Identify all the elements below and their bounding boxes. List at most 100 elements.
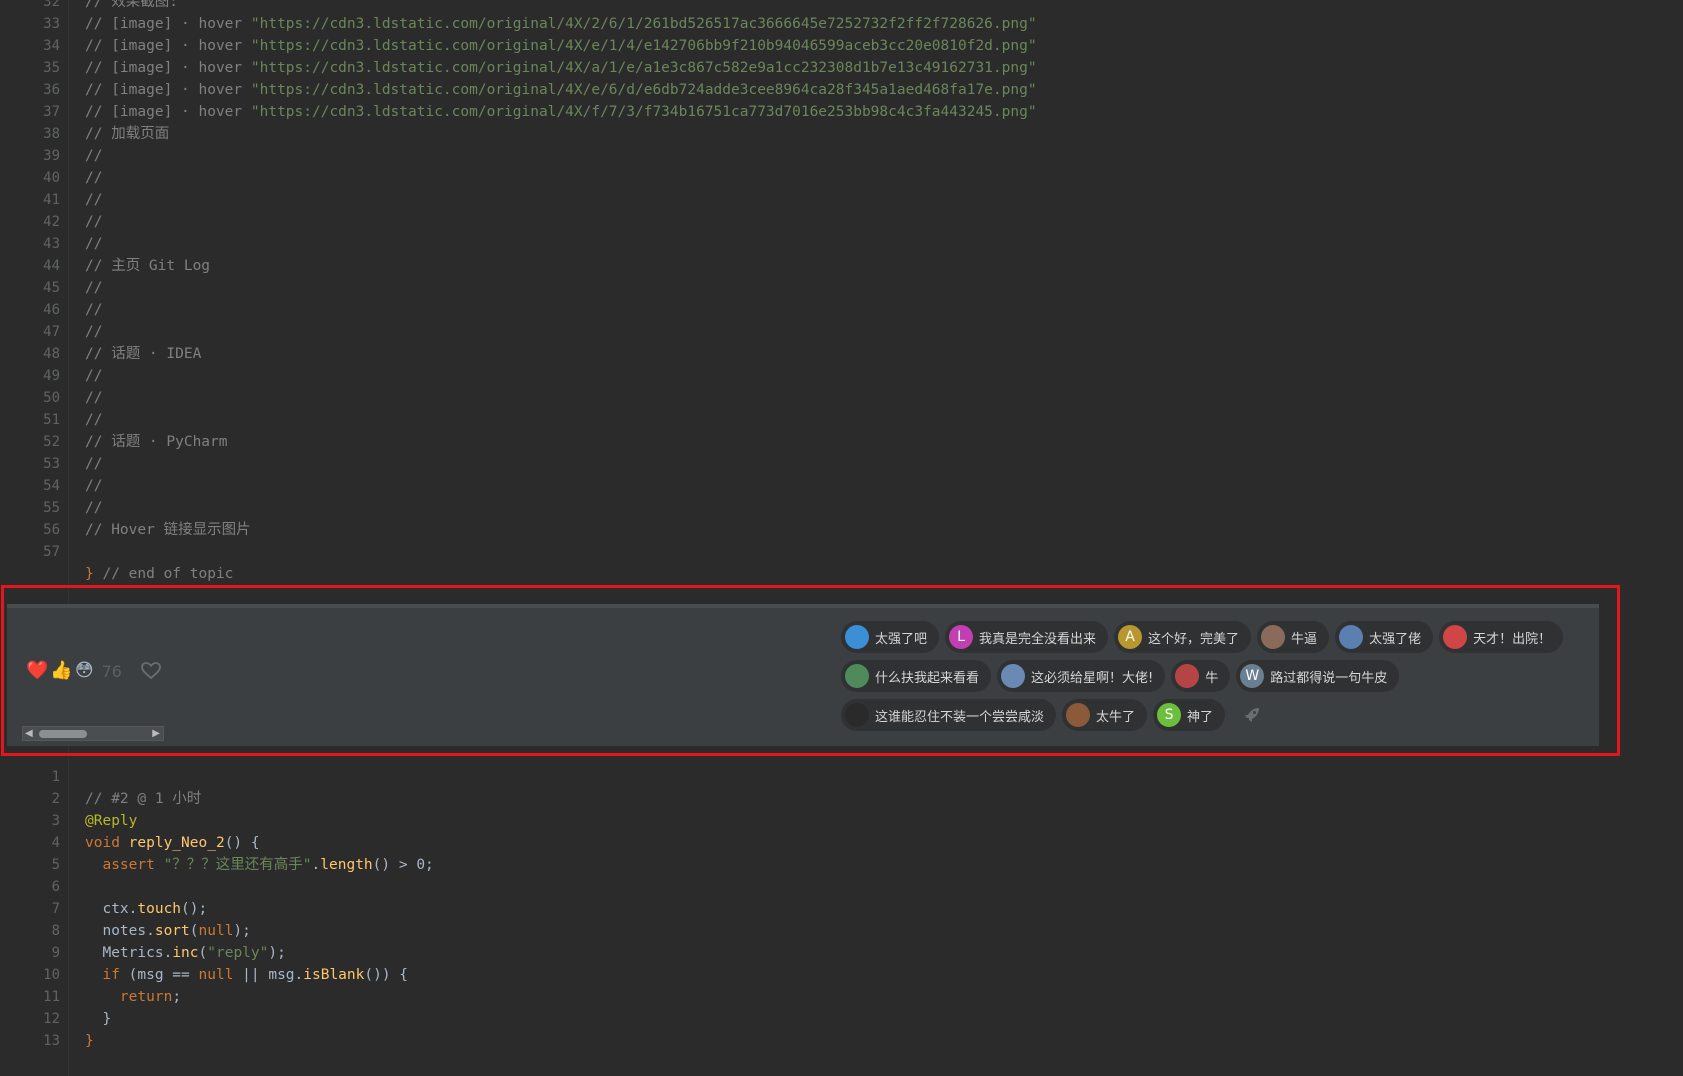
code-token: isBlank: [303, 967, 365, 983]
code-token: //: [85, 302, 103, 318]
code-line[interactable]: 4 void reply_Neo_2() {: [0, 832, 1683, 854]
code-token: //: [85, 324, 103, 340]
code-token: ctx.: [85, 901, 138, 917]
code-token: (msg ==: [128, 967, 199, 983]
line-number: 41: [43, 192, 60, 208]
code-line[interactable]: 33 // [image] · hover "https://cdn3.ldsta…: [0, 13, 1683, 35]
code-token: // 效果截图:: [85, 0, 178, 10]
line-number: 40: [43, 170, 60, 186]
code-line[interactable]: 44 // 主页 Git Log: [0, 255, 1683, 277]
code-line[interactable]: 51 //: [0, 409, 1683, 431]
code-line[interactable]: 3 @Reply: [0, 810, 1683, 832]
code-line[interactable]: 32 // 效果截图:: [0, 0, 1683, 13]
code-text: Metrics.inc("reply");: [85, 942, 286, 964]
code-token: "reply": [207, 945, 269, 961]
line-number: 47: [43, 324, 60, 340]
code-line[interactable]: 46 //: [0, 299, 1683, 321]
code-token: .: [311, 857, 321, 873]
code-line[interactable]: 54 //: [0, 475, 1683, 497]
code-line[interactable]: 43 //: [0, 233, 1683, 255]
code-token: );: [233, 923, 251, 939]
code-token: "https://cdn3.ldstatic.com/original/4X/e…: [250, 38, 1037, 54]
code-token: );: [268, 945, 286, 961]
code-line[interactable]: 6: [0, 876, 1683, 898]
code-line[interactable]: 53 //: [0, 453, 1683, 475]
code-line[interactable]: 36 // [image] · hover "https://cdn3.ldsta…: [0, 79, 1683, 101]
line-number: 8: [51, 923, 60, 939]
code-line[interactable]: 1: [0, 766, 1683, 788]
code-line[interactable]: 49 //: [0, 365, 1683, 387]
code-line[interactable]: 37 // [image] · hover "https://cdn3.ldsta…: [0, 101, 1683, 123]
line-number: 10: [43, 967, 60, 983]
code-text: //: [85, 475, 102, 497]
code-token: "？？？这里还有高手": [163, 857, 312, 873]
line-number: 9: [51, 945, 60, 961]
code-line[interactable]: 52 // 话题 · PyCharm: [0, 431, 1683, 453]
code-token: "https://cdn3.ldstatic.com/original/4X/e…: [250, 82, 1037, 98]
code-text: //: [85, 211, 102, 233]
code-token: () > 0;: [372, 857, 434, 873]
code-line[interactable]: 47 //: [0, 321, 1683, 343]
line-number: 48: [43, 346, 60, 362]
code-line[interactable]: 42 //: [0, 211, 1683, 233]
code-line[interactable]: 34 // [image] · hover "https://cdn3.ldsta…: [0, 35, 1683, 57]
code-line[interactable]: 10 if (msg == null || msg.isBlank()) {: [0, 964, 1683, 986]
line-number: 57: [43, 544, 60, 560]
code-line[interactable]: 39 //: [0, 145, 1683, 167]
line-number: 45: [43, 280, 60, 296]
code-line[interactable]: 8 notes.sort(null);: [0, 920, 1683, 942]
code-text: //: [85, 321, 102, 343]
code-token: inc: [172, 945, 199, 961]
code-line[interactable]: 38 // 加载页面: [0, 123, 1683, 145]
code-line[interactable]: 45 //: [0, 277, 1683, 299]
code-token: "https://cdn3.ldstatic.com/original/4X/f…: [250, 104, 1037, 120]
code-token: //: [85, 500, 103, 516]
line-number: 11: [43, 989, 60, 1005]
line-number: 32: [43, 0, 60, 10]
code-text: notes.sort(null);: [85, 920, 251, 942]
code-text: //: [85, 365, 102, 387]
code-line[interactable]: 57: [0, 541, 1683, 563]
code-token: ()) {: [364, 967, 409, 983]
code-line[interactable]: 56 // Hover 链接显示图片: [0, 519, 1683, 541]
code-line[interactable]: 13}: [0, 1030, 1683, 1052]
code-line[interactable]: 48 // 话题 · IDEA: [0, 343, 1683, 365]
code-token: // #2 @ 1 小时: [85, 791, 202, 807]
code-token: //: [85, 456, 103, 472]
code-line[interactable]: 12 }: [0, 1008, 1683, 1030]
code-text: // [image] · hover "https://cdn3.ldstati…: [85, 101, 1037, 123]
code-line[interactable]: 5 assert "？？？这里还有高手".length() > 0;: [0, 854, 1683, 876]
code-text: return;: [85, 986, 181, 1008]
code-line[interactable]: 50 //: [0, 387, 1683, 409]
line-number: 46: [43, 302, 60, 318]
code-token: Metrics.: [85, 945, 173, 961]
code-token: // 话题 · IDEA: [85, 346, 202, 362]
code-text: // 效果截图:: [85, 0, 178, 13]
code-line[interactable]: 41 //: [0, 189, 1683, 211]
code-line[interactable]: 9 Metrics.inc("reply");: [0, 942, 1683, 964]
code-line[interactable]: 55 //: [0, 497, 1683, 519]
code-token: assert: [85, 857, 164, 873]
line-number: 38: [43, 126, 60, 142]
code-line[interactable]: 40 //: [0, 167, 1683, 189]
code-line[interactable]: 7 ctx.touch();: [0, 898, 1683, 920]
code-line[interactable]: 2 // #2 @ 1 小时: [0, 788, 1683, 810]
code-text: //: [85, 233, 102, 255]
code-token: //: [85, 280, 103, 296]
code-line[interactable]: 35 // [image] · hover "https://cdn3.ldsta…: [0, 57, 1683, 79]
code-token: //: [85, 192, 103, 208]
code-text: }: [85, 1008, 111, 1030]
code-text: //: [85, 277, 102, 299]
line-number: 49: [43, 368, 60, 384]
code-text: @Reply: [85, 810, 137, 832]
line-number: 52: [43, 434, 60, 450]
code-text: void reply_Neo_2() {: [85, 832, 260, 854]
code-token: notes.: [85, 923, 155, 939]
lower-code-block: 1 2// #2 @ 1 小时 3 @Reply 4 void reply_Neo_2()…: [0, 766, 1683, 1052]
code-line[interactable]: 11 return;: [0, 986, 1683, 1008]
code-token: // [image] · hover: [85, 82, 251, 98]
line-number: 1: [51, 769, 60, 785]
code-token: // [image] · hover: [85, 104, 251, 120]
code-token: // end of topic: [102, 566, 234, 582]
code-line[interactable]: } // end of topic: [0, 563, 1683, 585]
